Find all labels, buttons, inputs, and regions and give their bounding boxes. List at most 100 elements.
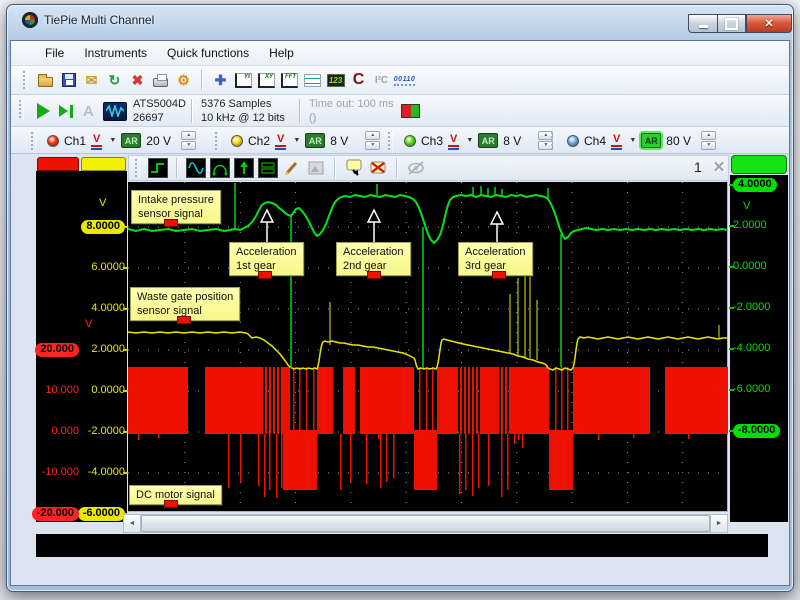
range-down-icon[interactable]: ▼ <box>701 141 716 150</box>
volt-mode-icon[interactable]: V <box>91 134 102 147</box>
signal-type-icon[interactable] <box>186 158 206 178</box>
scroll-right-icon[interactable]: ► <box>710 515 727 532</box>
autorange-button[interactable]: AR <box>305 133 325 148</box>
minimize-button[interactable] <box>688 14 717 33</box>
annotation-acceleration-3[interactable]: Acceleration 3rd gear <box>458 242 533 276</box>
style-icon[interactable] <box>282 158 302 178</box>
toolbar-grip[interactable] <box>551 132 556 150</box>
horizontal-scrollbar[interactable]: ◄ ► <box>123 514 728 533</box>
menu-instruments[interactable]: Instruments <box>74 43 157 63</box>
range-stepper[interactable]: ▲▼ <box>365 131 380 150</box>
axis-tick <box>729 184 734 186</box>
scope-program-icon[interactable]: C <box>348 70 369 91</box>
zoom-mode-icon[interactable] <box>210 158 230 178</box>
volt-mode-icon[interactable]: V <box>448 134 459 147</box>
autorange-button[interactable]: AR <box>641 133 661 148</box>
remove-annotation-icon[interactable] <box>368 158 388 178</box>
close-button[interactable] <box>746 14 792 33</box>
annotation-handle[interactable] <box>164 219 178 227</box>
annotation-handle[interactable] <box>164 500 178 508</box>
ch2-axis-label[interactable]: 8.0000 <box>81 220 125 234</box>
toolbar-grip[interactable] <box>23 71 28 89</box>
ch1-axis-label[interactable]: 20.000 <box>35 343 79 357</box>
print-icon[interactable] <box>150 70 171 91</box>
channel-group-ch2: Ch2V▼AR8 V▲▼ <box>211 128 380 153</box>
menu-file[interactable]: File <box>35 43 74 63</box>
axis-tick <box>729 348 734 350</box>
chevron-down-icon[interactable]: ▼ <box>629 137 636 144</box>
numeric-display-icon[interactable]: 123 <box>325 70 346 91</box>
toolbar-grip[interactable] <box>388 132 393 150</box>
yt-graph-icon[interactable]: Yt <box>233 70 254 91</box>
ch3-axis-strip[interactable] <box>731 155 787 174</box>
range-up-icon[interactable]: ▲ <box>181 131 196 140</box>
annotation-handle[interactable] <box>177 316 191 324</box>
annotation-handle[interactable] <box>367 271 381 279</box>
annotation-intake-pressure[interactable]: Intake pressure sensor signal <box>131 190 221 224</box>
add-annotation-icon[interactable] <box>344 158 364 178</box>
range-stepper[interactable]: ▲▼ <box>701 131 716 150</box>
annotation-acceleration-2[interactable]: Acceleration 2nd gear <box>336 242 411 276</box>
autoscale-icon[interactable] <box>234 158 254 178</box>
toolbar-grip[interactable] <box>215 132 220 150</box>
volt-mode-icon[interactable]: V <box>611 134 622 147</box>
delete-icon[interactable]: ✖ <box>127 70 148 91</box>
ch1-axis-label: -10.000 <box>42 466 79 480</box>
scrollbar-thumb[interactable] <box>141 515 710 532</box>
toolbar-grip[interactable] <box>31 132 36 150</box>
channel-group-ch1: Ch1V▼AR20 V▲▼ <box>27 128 196 153</box>
main-toolbar: ✉↻✖ ⚙ ✚YtXYFFT 123CI²C00110 <box>11 66 789 95</box>
autorange-button[interactable]: AR <box>121 133 141 148</box>
divider <box>299 99 301 123</box>
annotation-handle[interactable] <box>492 271 506 279</box>
channel-visibility-icon[interactable] <box>258 158 278 178</box>
save-icon[interactable] <box>58 70 79 91</box>
annotation-acceleration-1[interactable]: Acceleration 1st gear <box>229 242 304 276</box>
instrument-icon[interactable] <box>103 98 127 124</box>
refresh-icon[interactable]: ↻ <box>104 70 125 91</box>
chevron-down-icon[interactable]: ▼ <box>109 137 116 144</box>
annotation-waste-gate[interactable]: Waste gate position sensor signal <box>130 287 240 321</box>
toolbar-grip[interactable] <box>19 100 24 118</box>
ch2-axis-label[interactable]: -6.0000 <box>78 507 125 521</box>
trigger-status-icon[interactable] <box>401 98 420 124</box>
ch3-axis-label[interactable]: 4.0000 <box>733 178 777 192</box>
scroll-left-icon[interactable]: ◄ <box>124 515 141 532</box>
range-stepper[interactable]: ▲▼ <box>181 131 196 150</box>
annotation-handle[interactable] <box>258 271 272 279</box>
i2c-icon[interactable]: I²C <box>371 70 392 91</box>
annotation-dc-motor[interactable]: DC motor signal <box>129 485 222 505</box>
time-axis <box>36 534 768 557</box>
divider <box>191 99 193 123</box>
ch2-axis-strip[interactable] <box>81 157 126 171</box>
meter-icon[interactable] <box>302 70 323 91</box>
mail-icon[interactable]: ✉ <box>81 70 102 91</box>
pattern-icon[interactable]: 00110 <box>394 70 415 91</box>
toolbar-grip[interactable] <box>135 159 140 177</box>
fft-graph-icon[interactable]: FFT <box>279 70 300 91</box>
add-object-icon[interactable]: ✚ <box>210 70 231 91</box>
autorange-button[interactable]: AR <box>478 133 498 148</box>
ch3-axis-label[interactable]: -8.0000 <box>733 424 780 438</box>
range-down-icon[interactable]: ▼ <box>181 141 196 150</box>
chevron-down-icon[interactable]: ▼ <box>466 137 473 144</box>
maximize-button[interactable] <box>717 14 746 33</box>
chevron-down-icon[interactable]: ▼ <box>293 137 300 144</box>
menu-quick-functions[interactable]: Quick functions <box>157 43 259 63</box>
ch1-axis-label[interactable]: -20.000 <box>32 507 79 521</box>
ch1-axis-strip[interactable] <box>37 157 79 171</box>
start-measurement-icon[interactable] <box>37 98 50 124</box>
range-up-icon[interactable]: ▲ <box>365 131 380 140</box>
range-up-icon[interactable]: ▲ <box>701 131 716 140</box>
menu-help[interactable]: Help <box>259 43 304 63</box>
one-shot-icon[interactable] <box>59 98 73 124</box>
settings-icon[interactable]: ⚙ <box>173 70 194 91</box>
xy-graph-icon[interactable]: XY <box>256 70 277 91</box>
range-down-icon[interactable]: ▼ <box>365 141 380 150</box>
annotation-arrow <box>260 208 274 244</box>
plot-canvas[interactable] <box>128 182 728 512</box>
open-icon[interactable] <box>35 70 56 91</box>
source-icon[interactable] <box>148 158 168 178</box>
volt-mode-icon[interactable]: V <box>275 134 286 147</box>
graph-close-icon[interactable]: ✕ <box>710 158 728 176</box>
